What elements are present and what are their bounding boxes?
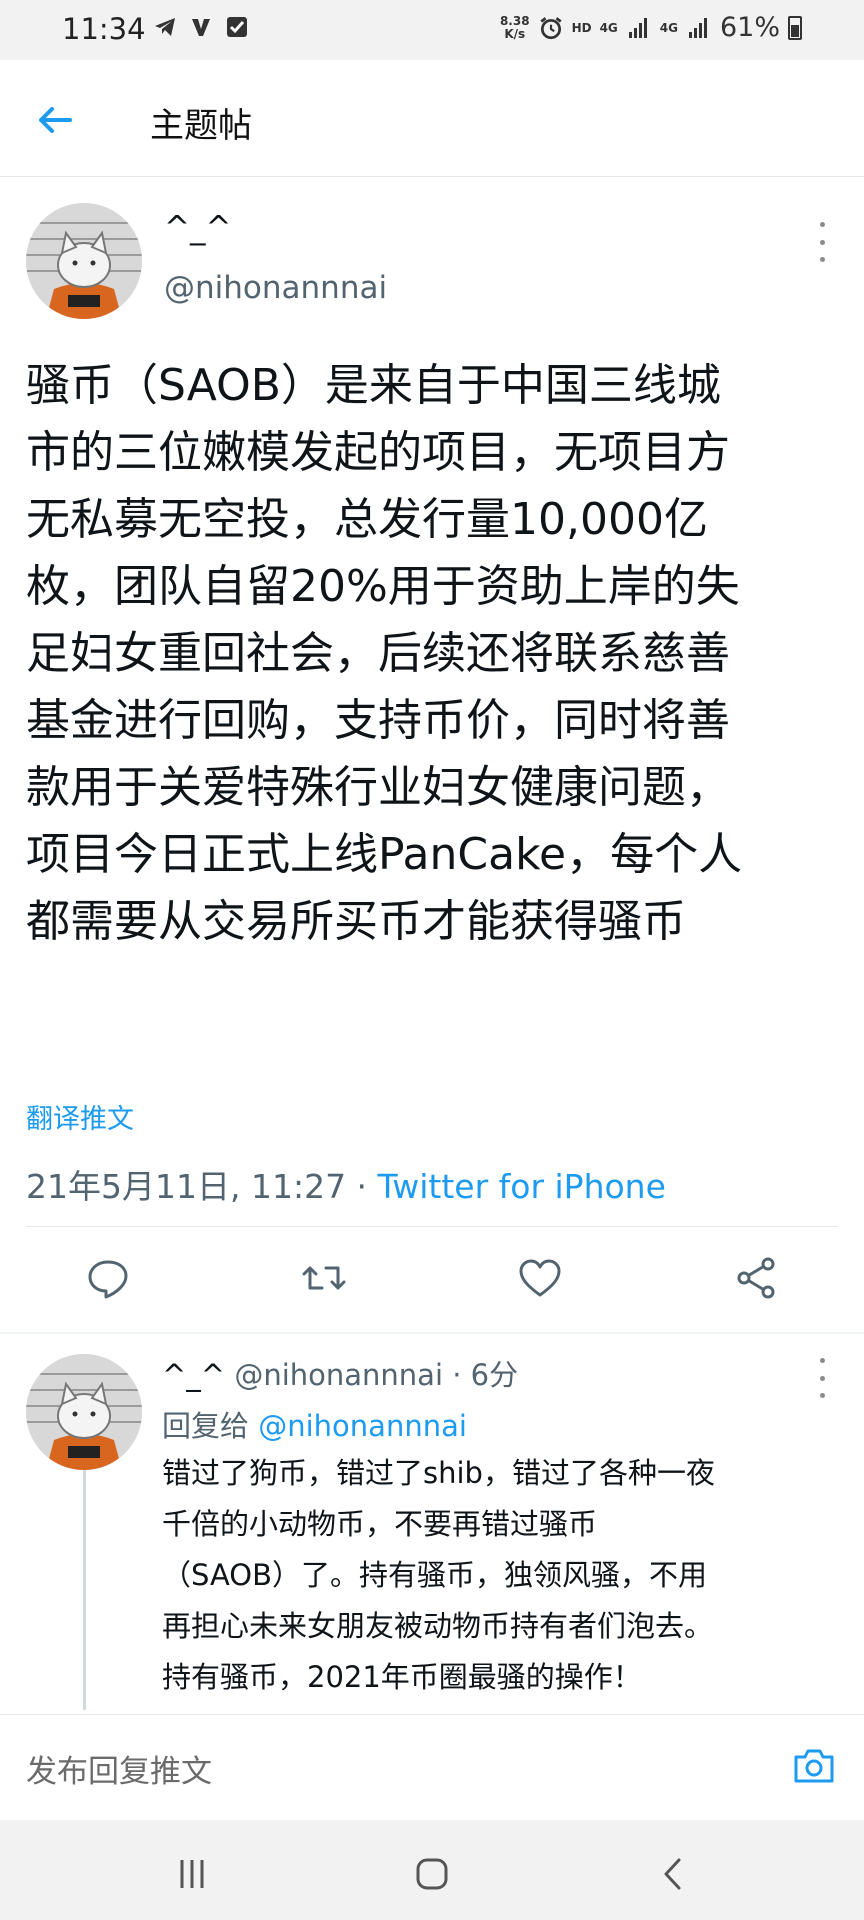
thread-line — [83, 1470, 86, 1710]
hd-label: HD — [571, 20, 592, 35]
more-options-icon[interactable] — [812, 222, 832, 262]
tweet-text-line: 款用于关爱特殊行业妇女健康问题， — [26, 762, 730, 813]
reply-time: · 6分 — [452, 1358, 519, 1392]
net-speed-unit: K/s — [504, 26, 526, 41]
tweet-text-line: 骚币（SAOB）是来自于中国三线城 — [26, 360, 721, 411]
tweet-text: 骚币（SAOB）是来自于中国三线城 市的三位嫩模发起的项目，无项目方 无私募无空… — [26, 352, 838, 955]
status-left-icons — [152, 14, 250, 40]
app-header: 主题帖 — [0, 60, 864, 176]
reply-avatar[interactable] — [26, 1354, 142, 1470]
home-icon[interactable] — [412, 1854, 452, 1894]
tweet-actions — [0, 1224, 864, 1334]
display-name[interactable]: ^_^ — [164, 210, 231, 246]
tweet-meta: 21年5月11日, 11:27 · Twitter for iPhone — [26, 1160, 666, 1208]
avatar[interactable] — [26, 203, 142, 319]
reply-text-line: 错过了狗币，错过了shib，错过了各种一夜 — [162, 1456, 715, 1490]
telegram-icon — [152, 14, 178, 40]
back-icon[interactable] — [654, 1854, 694, 1894]
translate-tweet-link[interactable]: 翻译推文 — [26, 1097, 134, 1136]
alarm-icon — [538, 15, 564, 41]
reply-handle[interactable]: @nihonannnai — [234, 1358, 443, 1392]
battery-percent: 61% — [719, 12, 780, 43]
v-app-icon — [188, 14, 214, 40]
tweet-text-line: 无私募无空投，总发行量10,000亿 — [26, 494, 708, 545]
reply-to-handle[interactable]: @nihonannnai — [258, 1409, 467, 1443]
reply-text: 错过了狗币，错过了shib，错过了各种一夜 千倍的小动物币，不要再错过骚币 （S… — [162, 1448, 842, 1703]
reply-display-name[interactable]: ^_^ — [162, 1358, 225, 1392]
tweet-text-line: 市的三位嫩模发起的项目，无项目方 — [26, 427, 730, 478]
reply-icon[interactable] — [84, 1254, 132, 1302]
system-nav-bar — [0, 1820, 864, 1920]
tweet-divider — [0, 1332, 864, 1334]
battery-icon — [788, 15, 802, 40]
checkbox-app-icon — [224, 14, 250, 40]
status-bar: 11:34 8.38 K/s HD 4G 4G 61% — [0, 0, 864, 60]
tweet-text-line: 足妇女重回社会，后续还将联系慈善 — [26, 628, 730, 679]
camera-icon[interactable] — [790, 1742, 838, 1790]
signal-icon — [626, 15, 652, 41]
compose-divider — [0, 1714, 864, 1715]
reply-header: ^_^ @nihonannnai · 6分 — [162, 1352, 518, 1394]
tweet-source-link[interactable]: Twitter for iPhone — [378, 1167, 666, 1206]
signal-icon — [686, 15, 712, 41]
recent-apps-icon[interactable] — [172, 1854, 212, 1894]
status-right: 8.38 K/s HD 4G 4G 61% — [500, 12, 802, 43]
net-speed: 8.38 K/s — [499, 13, 530, 41]
tweet-timestamp: 21年5月11日, 11:27 — [26, 1167, 347, 1206]
network-label-2: 4G — [659, 20, 678, 35]
share-icon[interactable] — [732, 1254, 780, 1302]
reply-text-line: （SAOB）了。持有骚币，独领风骚，不用 — [162, 1558, 707, 1592]
page-title: 主题帖 — [150, 106, 252, 146]
compose-bar: 发布回复推文 — [0, 1716, 864, 1816]
net-speed-value: 8.38 — [499, 13, 530, 28]
like-icon[interactable] — [516, 1254, 564, 1302]
status-time: 11:34 — [62, 12, 146, 46]
header-divider — [0, 176, 864, 177]
tweet-text-line: 基金进行回购，支持币价，同时将善 — [26, 695, 730, 746]
reply-text-line: 持有骚币，2021年币圈最骚的操作！ — [162, 1660, 642, 1694]
reply-text-line: 千倍的小动物币，不要再错过骚币 — [162, 1507, 598, 1541]
network-label-1: 4G — [599, 20, 618, 35]
reply-to-label: 回复给 — [162, 1409, 250, 1443]
reply-more-options-icon[interactable] — [812, 1358, 832, 1398]
retweet-icon[interactable] — [300, 1254, 348, 1302]
replying-to: 回复给 @nihonannnai — [162, 1403, 467, 1445]
user-handle[interactable]: @nihonannnai — [164, 270, 387, 306]
arrow-left-icon[interactable] — [34, 98, 78, 142]
tweet-text-line: 项目今日正式上线PanCake，每个人 — [26, 829, 743, 880]
reply-compose-input[interactable]: 发布回复推文 — [26, 1746, 212, 1791]
meta-separator: · — [346, 1167, 378, 1206]
tweet-text-line: 都需要从交易所买币才能获得骚币 — [26, 896, 686, 947]
reply-text-line: 再担心未来女朋友被动物币持有者们泡去。 — [162, 1609, 714, 1643]
tweet-text-line: 枚，团队自留20%用于资助上岸的失 — [26, 561, 740, 612]
